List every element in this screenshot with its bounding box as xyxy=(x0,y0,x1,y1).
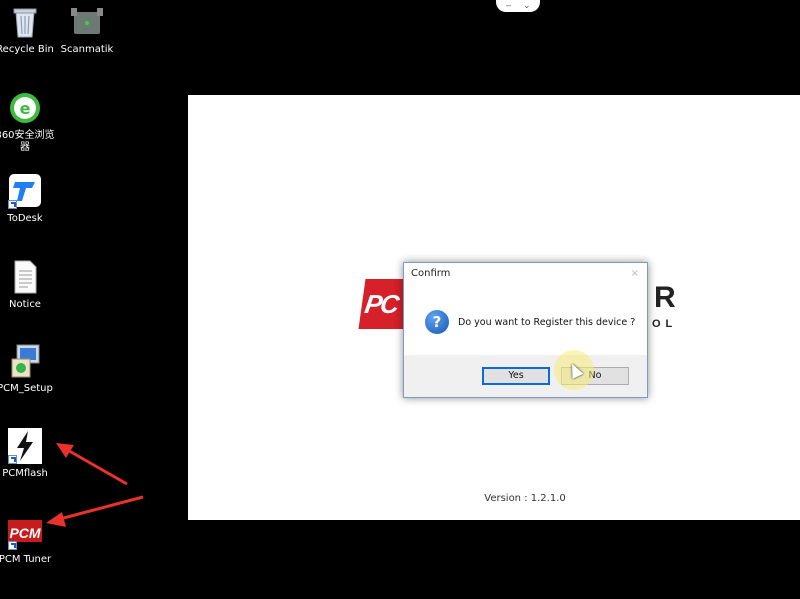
chevron-down-icon[interactable]: ⌄ xyxy=(523,0,531,10)
recycle-bin-shortcut[interactable]: Recycle Bin xyxy=(0,4,56,56)
shortcut-overlay-icon xyxy=(8,541,17,550)
arrow-to-pcmflash xyxy=(56,443,128,486)
remote-toolbar-handle[interactable]: – ⌄ xyxy=(496,0,540,12)
browser-360-icon: e xyxy=(8,90,42,126)
pcm-setup-shortcut[interactable]: PCM_Setup xyxy=(0,343,56,395)
desktop-icon-label: Scanmatik xyxy=(60,44,114,55)
dialog-message: Do you want to Register this device ? xyxy=(458,317,636,328)
dialog-body: ? Do you want to Register this device ? xyxy=(404,285,647,355)
logo-text: PC xyxy=(362,289,400,319)
desktop-icon-label: PCM_Setup xyxy=(0,383,53,394)
todesk-icon xyxy=(8,173,42,209)
scanmatik-icon xyxy=(70,4,104,40)
minimize-icon[interactable]: – xyxy=(506,0,511,10)
arrow-to-pcm-tuner xyxy=(46,495,144,527)
dialog-title-bar[interactable]: Confirm × xyxy=(404,263,647,285)
desktop-icon-label: ToDesk xyxy=(7,213,43,224)
desktop-icon-label: PCM Tuner xyxy=(0,554,52,565)
installer-icon xyxy=(8,343,42,379)
desktop-icon-label: 360安全浏览器 xyxy=(0,130,55,153)
browser-360-shortcut[interactable]: e 360安全浏览器 xyxy=(0,90,56,154)
pcm-logo-icon: PCM xyxy=(8,514,42,550)
pcm-tuner-shortcut[interactable]: PCM PCM Tuner xyxy=(0,514,56,566)
question-icon: ? xyxy=(425,310,449,334)
desktop-icon-label: Notice xyxy=(9,299,41,310)
svg-text:e: e xyxy=(20,99,31,118)
desktop-icon-label: Recycle Bin xyxy=(0,44,54,55)
dialog-title: Confirm xyxy=(411,268,451,279)
yes-button[interactable]: Yes xyxy=(482,367,550,385)
shortcut-overlay-icon xyxy=(8,455,17,464)
notice-shortcut[interactable]: Notice xyxy=(0,259,56,311)
svg-text:PCM: PCM xyxy=(9,525,40,541)
text-file-icon xyxy=(8,259,42,295)
logo-subtitle-fragment: OL xyxy=(652,318,678,330)
lightning-icon xyxy=(8,428,42,464)
logo-title-fragment: R xyxy=(654,281,676,314)
close-icon[interactable]: × xyxy=(631,263,639,285)
scanmatik-shortcut[interactable]: Scanmatik xyxy=(56,4,118,56)
todesk-shortcut[interactable]: ToDesk xyxy=(0,173,56,225)
recycle-bin-icon xyxy=(8,4,42,40)
confirm-dialog: Confirm × ? Do you want to Register this… xyxy=(403,262,648,398)
desktop-icon-label: PCMflash xyxy=(2,468,48,479)
version-label: Version : 1.2.1.0 xyxy=(484,493,566,504)
shortcut-overlay-icon xyxy=(8,200,17,209)
pcmflash-shortcut[interactable]: PCMflash xyxy=(0,428,56,480)
